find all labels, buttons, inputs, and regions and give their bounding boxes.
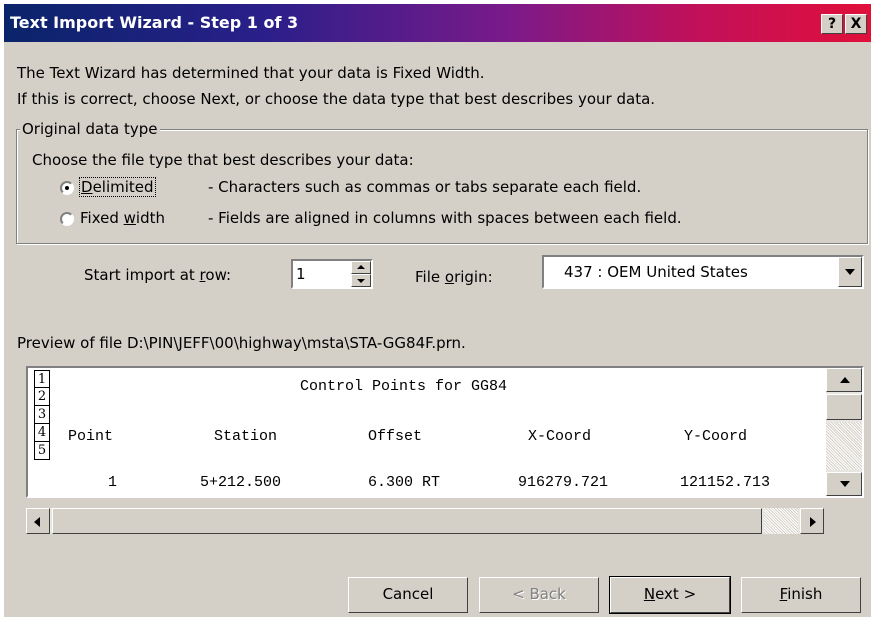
- cancel-button[interactable]: Cancel: [348, 577, 468, 613]
- scroll-left-button[interactable]: [26, 508, 50, 534]
- preview-cell-station: 5+212.500: [200, 474, 282, 491]
- file-origin-mnemonic: o: [444, 268, 455, 286]
- delimited-mnemonic: D: [81, 178, 93, 196]
- up-arrow-icon: [357, 265, 365, 269]
- start-row-spinner[interactable]: 1: [291, 259, 373, 289]
- next-button[interactable]: Next >: [609, 576, 731, 614]
- spin-down-button[interactable]: [351, 274, 371, 287]
- scroll-up-button[interactable]: [826, 368, 862, 392]
- file-origin-label: File origin:: [415, 268, 493, 286]
- preview-cell-ycoord: 121152.713: [680, 474, 771, 491]
- start-row-label: Start import at row:: [84, 266, 231, 284]
- delimited-radio[interactable]: [60, 181, 74, 195]
- preview-header-xcoord: X-Coord: [528, 428, 592, 445]
- row-number: 4: [34, 424, 50, 442]
- text-import-wizard-dialog: Text Import Wizard - Step 1 of 3 ? X The…: [4, 4, 871, 617]
- preview-header-offset: Offset: [368, 428, 423, 445]
- file-origin-dropdown[interactable]: 437 : OEM United States: [542, 255, 864, 289]
- down-arrow-icon: [840, 481, 850, 487]
- down-arrow-icon: [357, 279, 365, 283]
- fixed-width-description: - Fields are aligned in columns with spa…: [208, 209, 682, 227]
- file-origin-dropdown-button[interactable]: [838, 257, 862, 287]
- right-arrow-icon: [810, 517, 816, 527]
- preview-header-ycoord: Y-Coord: [684, 428, 748, 445]
- group-label: Original data type: [20, 120, 160, 138]
- preview-title-line: Control Points for GG84: [300, 378, 508, 395]
- spin-up-button[interactable]: [351, 261, 371, 274]
- scroll-right-button[interactable]: [800, 508, 824, 534]
- preview-horizontal-scrollbar[interactable]: [26, 508, 824, 534]
- chevron-down-icon: [845, 269, 855, 275]
- file-origin-value: 437 : OEM United States: [564, 263, 748, 281]
- start-row-value[interactable]: 1: [296, 265, 306, 283]
- delimited-description: - Characters such as commas or tabs sepa…: [208, 178, 642, 196]
- row-number: 5: [34, 442, 50, 460]
- start-row-label-rest: ow:: [205, 266, 232, 284]
- close-button[interactable]: X: [845, 14, 867, 34]
- preview-cell-point: 1: [108, 474, 118, 491]
- preview-header-point: Point: [68, 428, 114, 445]
- row-number: 1: [34, 370, 50, 388]
- row-number: 3: [34, 406, 50, 424]
- preview-vertical-scrollbar[interactable]: [826, 368, 862, 496]
- preview-label: Preview of file D:\PIN\JEFF\00\highway\m…: [17, 334, 466, 352]
- up-arrow-icon: [840, 377, 850, 383]
- fixed-width-label-rest: idth: [135, 209, 165, 227]
- scroll-track[interactable]: [826, 422, 862, 470]
- file-origin-label-rest: rigin:: [454, 268, 493, 286]
- preview-cell-xcoord: 916279.721: [518, 474, 609, 491]
- preview-cell-offset: 6.300 RT: [368, 474, 441, 491]
- data-type-prompt: Choose the file type that best describes…: [32, 151, 414, 169]
- finish-button[interactable]: Finish: [741, 577, 861, 613]
- back-button[interactable]: < Back: [479, 577, 599, 613]
- row-number: 2: [34, 388, 50, 406]
- file-preview[interactable]: 1 2 3 4 5 Control Points for GG84 Point …: [26, 366, 864, 498]
- scroll-down-button[interactable]: [826, 472, 862, 496]
- radio-selected-dot: [65, 186, 69, 190]
- delimited-label-rest: elimited: [92, 178, 154, 196]
- scroll-thumb[interactable]: [826, 394, 862, 420]
- intro-line-1: The Text Wizard has determined that your…: [17, 64, 485, 82]
- delimited-label[interactable]: Delimited: [79, 177, 156, 197]
- fixed-width-label-start: Fixed: [80, 209, 124, 227]
- fixed-width-radio[interactable]: [60, 212, 74, 226]
- file-origin-label-start: File: [415, 268, 445, 286]
- intro-line-2: If this is correct, choose Next, or choo…: [17, 90, 656, 108]
- next-label-rest: ext >: [655, 585, 697, 603]
- preview-header-station: Station: [214, 428, 278, 445]
- title-bar[interactable]: Text Import Wizard - Step 1 of 3 ? X: [4, 4, 871, 42]
- window-title: Text Import Wizard - Step 1 of 3: [10, 13, 299, 32]
- help-button[interactable]: ?: [821, 14, 843, 34]
- fixed-width-label[interactable]: Fixed width: [80, 209, 165, 227]
- finish-label-rest: inish: [787, 585, 823, 603]
- next-mnemonic: N: [643, 585, 656, 603]
- horizontal-scroll-thumb[interactable]: [52, 508, 762, 534]
- left-arrow-icon: [34, 517, 40, 527]
- fixed-width-mnemonic: w: [123, 209, 136, 227]
- horizontal-scroll-track[interactable]: [764, 508, 798, 534]
- start-row-label-start: Start import at: [84, 266, 200, 284]
